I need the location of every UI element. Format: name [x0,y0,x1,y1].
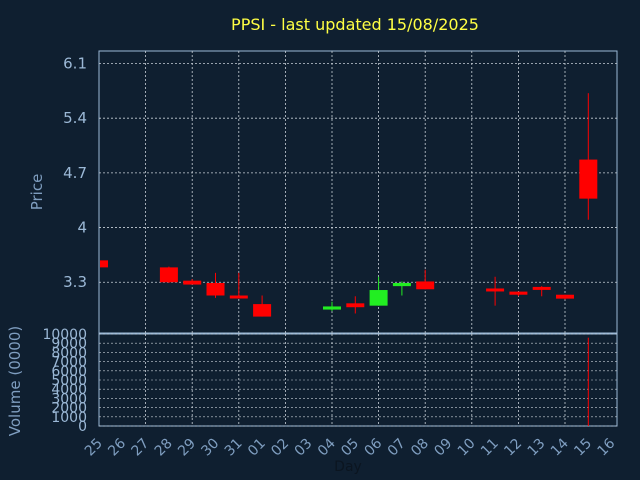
price-tick-label: 5.4 [63,109,87,127]
day-tick-label: 11 [478,436,502,460]
candles [100,93,598,317]
candle-body [159,267,178,283]
day-tick-label: 05 [338,436,362,460]
candle-body [579,159,598,199]
day-axis-label: Day [334,459,362,475]
day-tick-label: 07 [385,436,409,460]
day-tick-label: 10 [455,436,479,460]
price-panel: 6.1 5.4 4.7 4 3.3 Price [28,50,618,334]
day-tick-label: 03 [292,436,316,460]
candle-body [532,286,551,290]
candle-body [556,294,574,299]
day-tick-labels: 25 26 27 28 29 30 31 01 02 03 04 05 06 07 08 09 10 11 12 13… [82,435,619,459]
day-tick-label: 08 [408,436,432,460]
day-tick-label: 15 [571,436,595,460]
day-tick-label: 14 [548,435,572,459]
volume-panel: 1000090008000700060005000400030002000100… [6,326,618,436]
day-tick-label: 26 [105,435,129,459]
candle-body [253,304,272,317]
price-axis-label: Price [28,174,46,211]
volume-axis-label: Volume (0000) [6,326,24,436]
candlestick-chart: PPSI - last updated 15/08/2025 6.1 5.4 4.7… [6,15,619,475]
candle-body [416,281,435,290]
candle-body [509,291,528,295]
day-tick-label: 01 [245,436,269,460]
day-tick-label: 31 [222,436,246,460]
price-plot-frame [98,50,618,334]
candle-body [206,283,225,296]
day-tick-label: 12 [501,436,525,460]
candle-body [183,280,202,285]
volume-grid [99,333,617,427]
chart-title: PPSI - last updated 15/08/2025 [231,15,479,34]
price-tick-label: 4 [77,219,87,237]
volume-tick-labels: 1000090008000700060005000400030002000100… [42,327,87,435]
day-tick-label: 27 [129,436,153,460]
candle-body [229,295,248,299]
day-tick-label: 29 [175,436,199,460]
candle-body [486,288,505,292]
day-tick-label: 09 [431,436,455,460]
candle-body [346,303,365,308]
candle-body [323,306,341,310]
day-tick-label: 28 [152,436,176,460]
price-tick-label: 3.3 [63,273,87,291]
candle-body [392,283,411,287]
price-tick-label: 4.7 [63,164,87,182]
day-tick-label: 04 [315,435,339,459]
price-grid [99,51,617,333]
day-tick-label: 13 [525,436,549,460]
candle-body [369,290,388,306]
day-tick-label: 30 [198,436,222,460]
day-tick-label: 25 [82,436,106,460]
price-tick-labels: 6.1 5.4 4.7 4 3.3 [63,54,87,291]
day-tick-label: 16 [595,435,619,459]
day-tick-label: 02 [268,436,292,460]
volume-tick-label: 0 [78,419,87,435]
day-tick-label: 06 [362,435,386,459]
price-tick-label: 6.1 [63,54,87,72]
